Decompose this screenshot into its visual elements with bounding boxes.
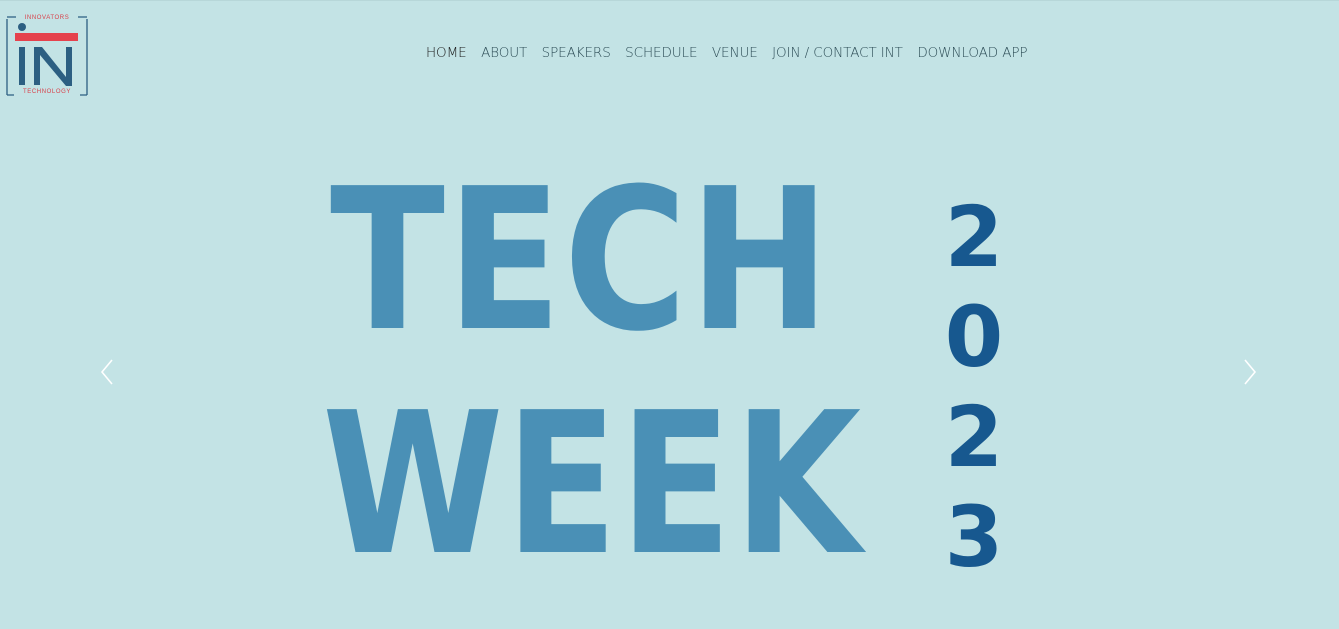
chevron-left-icon — [100, 359, 113, 385]
slider-next-button[interactable] — [1237, 356, 1261, 388]
hero-title-line2: WEEK — [322, 371, 863, 599]
nav-item-download-app[interactable]: DOWNLOAD APP — [917, 45, 1027, 61]
chevron-right-icon — [1244, 359, 1257, 385]
hero-slider: TECH WEEK 2 0 2 3 — [0, 101, 1339, 629]
year-digit: 2 — [944, 188, 1004, 286]
hero-year: 2 0 2 3 — [944, 187, 1004, 587]
nav-item-home[interactable]: HOME — [426, 45, 467, 61]
year-digit: 2 — [944, 388, 1004, 486]
nav-item-join-contact[interactable]: JOIN / CONTACT INT — [772, 45, 903, 61]
year-digit: 0 — [944, 288, 1004, 386]
nav-item-speakers[interactable]: SPEAKERS — [542, 45, 611, 61]
nav-item-about[interactable]: ABOUT — [481, 45, 527, 61]
page: INNOVATORS TECHNOLOGY HOME ABOUT SPEAKER… — [0, 0, 1339, 628]
year-digit: 3 — [944, 488, 1004, 586]
main-nav: HOME ABOUT SPEAKERS SCHEDULE VENUE JOIN … — [426, 45, 1042, 61]
nav-item-venue[interactable]: VENUE — [712, 45, 758, 61]
slider-prev-button[interactable] — [96, 356, 120, 388]
site-logo[interactable]: INNOVATORS TECHNOLOGY — [6, 15, 88, 97]
nav-item-schedule[interactable]: SCHEDULE — [625, 45, 697, 61]
in-logo-icon — [6, 16, 88, 96]
hero-title-line1: TECH — [330, 147, 832, 375]
logo-top-text: INNOVATORS — [24, 15, 70, 21]
logo-bottom-text: TECHNOLOGY — [22, 89, 71, 95]
